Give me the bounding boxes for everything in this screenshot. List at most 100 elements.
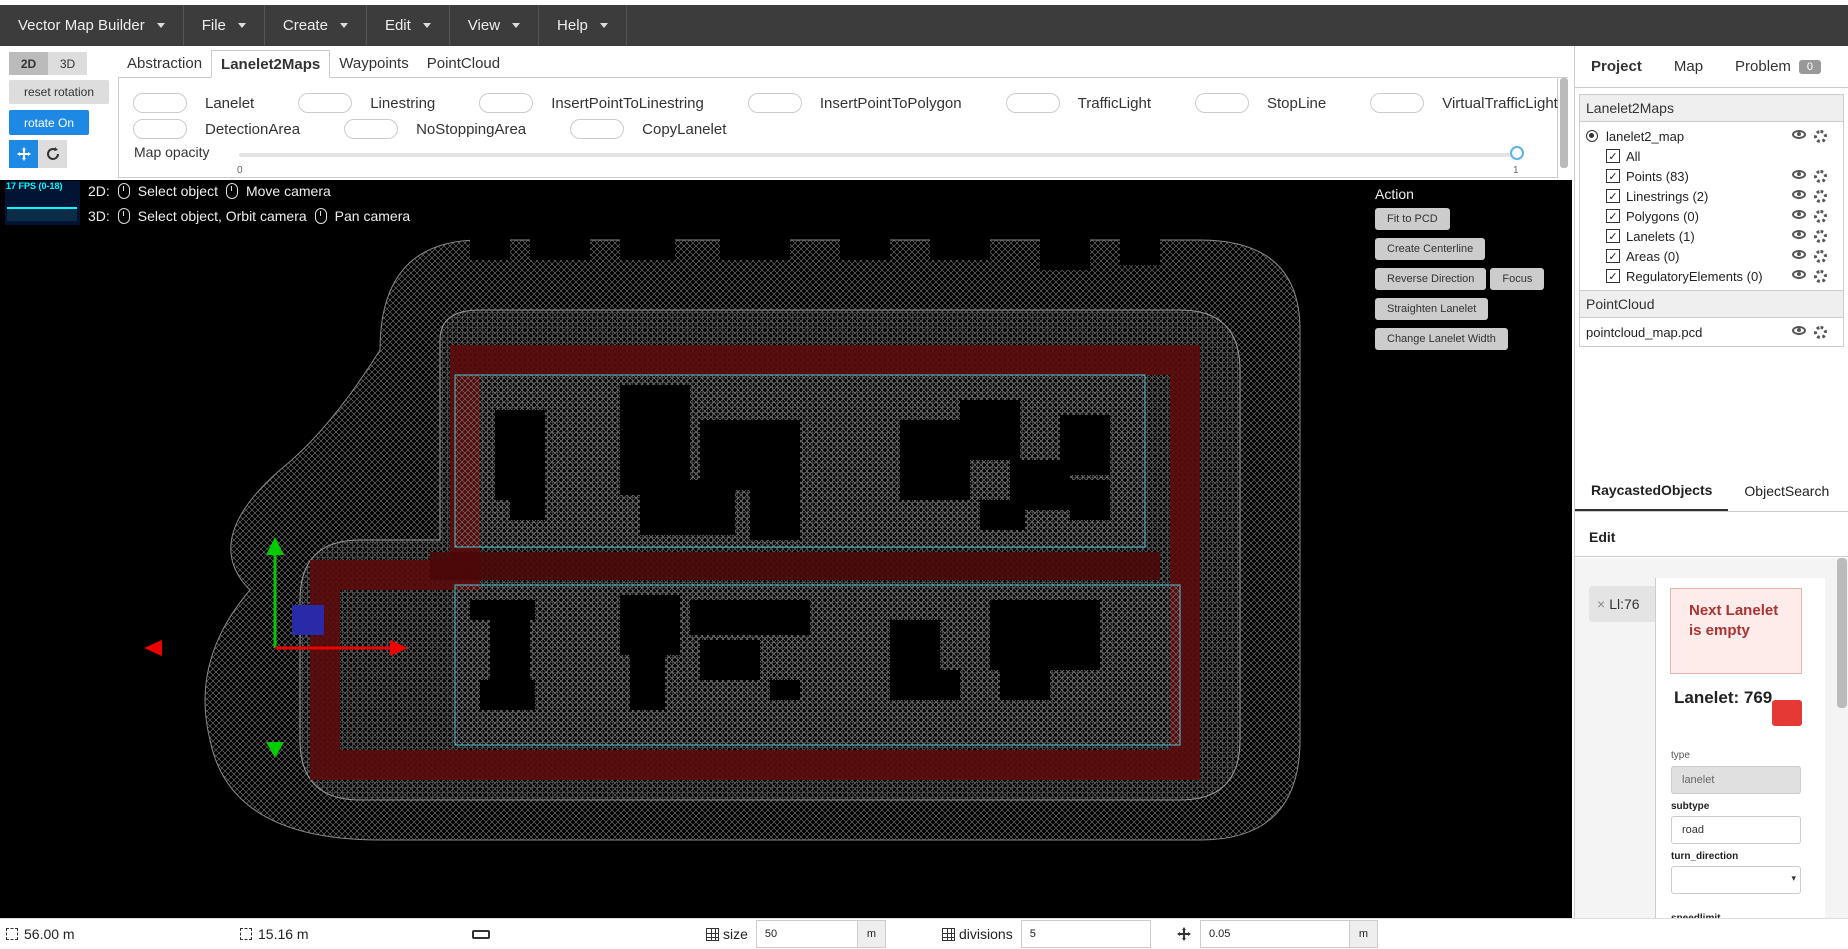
gear-icon[interactable] bbox=[1814, 189, 1827, 203]
focus-button[interactable]: Focus bbox=[1490, 268, 1545, 290]
tree-item-regulatory[interactable]: ✓ RegulatoryElements (0) bbox=[1586, 266, 1837, 286]
checkbox-icon[interactable]: ✓ bbox=[1606, 229, 1620, 243]
view-2d-button[interactable]: 2D bbox=[9, 52, 48, 75]
menu-edit[interactable]: Edit bbox=[367, 5, 450, 46]
tab-abstraction[interactable]: Abstraction bbox=[118, 50, 211, 78]
menu-help[interactable]: Help bbox=[539, 5, 627, 46]
gear-icon[interactable] bbox=[1814, 249, 1827, 263]
checkbox-icon[interactable]: ✓ bbox=[1606, 149, 1620, 163]
divisions-input[interactable]: 5 bbox=[1020, 920, 1151, 948]
pointcloud-map-render bbox=[144, 210, 1301, 841]
eye-icon[interactable] bbox=[1792, 229, 1806, 239]
map-opacity-slider[interactable] bbox=[239, 153, 1515, 157]
insert-point-polygon-toggle[interactable] bbox=[747, 93, 802, 113]
menu-create[interactable]: Create bbox=[265, 5, 367, 46]
gear-icon[interactable] bbox=[1814, 325, 1827, 339]
create-centerline-button[interactable]: Create Centerline bbox=[1375, 238, 1486, 260]
tab-waypoints[interactable]: Waypoints bbox=[330, 50, 417, 78]
grid-icon bbox=[706, 927, 719, 941]
map-radio[interactable] bbox=[1586, 130, 1598, 142]
change-lanelet-width-button[interactable]: Change Lanelet Width bbox=[1375, 328, 1508, 350]
straighten-lanelet-button[interactable]: Straighten Lanelet bbox=[1375, 298, 1489, 320]
mouse-right-icon bbox=[314, 208, 327, 224]
close-icon[interactable]: × bbox=[1597, 596, 1605, 612]
tree-item-areas[interactable]: ✓ Areas (0) bbox=[1586, 246, 1837, 266]
eye-icon[interactable] bbox=[1792, 325, 1806, 335]
turn-direction-select[interactable]: ▾ bbox=[1671, 866, 1801, 894]
delete-trash-icon[interactable] bbox=[1772, 700, 1802, 726]
move-tool-button[interactable] bbox=[9, 140, 38, 168]
reset-rotation-button[interactable]: reset rotation bbox=[9, 80, 109, 104]
tree-item-linestrings[interactable]: ✓ Linestrings (2) bbox=[1586, 186, 1837, 206]
traffic-light-toggle[interactable] bbox=[1005, 93, 1060, 113]
detection-area-toggle[interactable] bbox=[133, 119, 187, 139]
tool-panel-scrollbar[interactable] bbox=[1560, 78, 1568, 168]
rotate-tool-button[interactable] bbox=[38, 140, 67, 168]
eye-icon[interactable] bbox=[1792, 129, 1806, 139]
checkbox-icon[interactable]: ✓ bbox=[1606, 169, 1620, 183]
gear-icon[interactable] bbox=[1814, 209, 1827, 223]
edit-title: Edit bbox=[1575, 521, 1848, 557]
ruler-tool[interactable] bbox=[472, 929, 490, 939]
step-input[interactable]: 0.05 m bbox=[1200, 920, 1378, 948]
subtype-field[interactable]: road bbox=[1671, 816, 1801, 844]
ruler-icon[interactable] bbox=[472, 929, 490, 939]
no-stopping-area-label: NoStoppingArea bbox=[416, 120, 527, 138]
copy-lanelet-toggle[interactable] bbox=[570, 119, 625, 139]
gear-icon[interactable] bbox=[1814, 169, 1827, 183]
fit-to-pcd-button[interactable]: Fit to PCD bbox=[1375, 208, 1450, 230]
checkbox-icon[interactable]: ✓ bbox=[1606, 209, 1620, 223]
checkbox-icon[interactable]: ✓ bbox=[1606, 249, 1620, 263]
insert-point-linestring-toggle[interactable] bbox=[479, 93, 534, 113]
reverse-direction-button[interactable]: Reverse Direction bbox=[1375, 268, 1487, 290]
tab-object-search[interactable]: ObjectSearch bbox=[1728, 470, 1845, 511]
view-3d-button[interactable]: 3D bbox=[48, 52, 87, 75]
app-menu[interactable]: Vector Map Builder bbox=[0, 5, 184, 46]
checkbox-icon[interactable]: ✓ bbox=[1606, 269, 1620, 283]
tab-problem-label: Problem bbox=[1735, 58, 1791, 75]
eye-icon[interactable] bbox=[1792, 249, 1806, 259]
rotate-on-button[interactable]: rotate On bbox=[9, 110, 89, 135]
eye-icon[interactable] bbox=[1792, 209, 1806, 219]
app-title: Vector Map Builder bbox=[18, 17, 145, 34]
tab-project[interactable]: Project bbox=[1575, 46, 1658, 88]
gear-icon[interactable] bbox=[1814, 269, 1827, 283]
tree-item-all[interactable]: ✓ All bbox=[1586, 146, 1837, 166]
map-row[interactable]: lanelet2_map bbox=[1586, 126, 1837, 146]
menu-file[interactable]: File bbox=[184, 5, 265, 46]
grid-icon bbox=[942, 927, 955, 941]
tree-item-points[interactable]: ✓ Points (83) bbox=[1586, 166, 1837, 186]
row-icons bbox=[1792, 189, 1827, 203]
tree-item-lanelets[interactable]: ✓ Lanelets (1) bbox=[1586, 226, 1837, 246]
selected-object-chip[interactable]: × Ll:76 bbox=[1589, 586, 1659, 622]
pointcloud-file-row[interactable]: pointcloud_map.pcd bbox=[1586, 322, 1837, 342]
no-stopping-area-toggle[interactable] bbox=[344, 119, 399, 139]
edit-scrollbar[interactable] bbox=[1837, 558, 1847, 708]
tree-item-polygons[interactable]: ✓ Polygons (0) bbox=[1586, 206, 1837, 226]
stop-line-toggle[interactable] bbox=[1195, 93, 1249, 113]
chevron-down-icon: ▾ bbox=[1791, 873, 1796, 883]
eye-icon[interactable] bbox=[1792, 189, 1806, 199]
map-viewport[interactable]: 17 FPS (0-18) 2D: Select object Move camer… bbox=[0, 180, 1572, 918]
checkbox-icon[interactable]: ✓ bbox=[1606, 189, 1620, 203]
tab-raycasted-objects[interactable]: RaycastedObjects bbox=[1575, 470, 1729, 511]
tab-map[interactable]: Map bbox=[1658, 46, 1719, 88]
virtual-traffic-light-toggle[interactable] bbox=[1370, 93, 1425, 113]
tab-pointcloud[interactable]: PointCloud bbox=[418, 50, 509, 78]
linestring-toggle[interactable] bbox=[298, 93, 353, 113]
pan-left-arrow-icon bbox=[144, 640, 162, 656]
tab-lanelet2maps[interactable]: Lanelet2Maps bbox=[211, 50, 331, 78]
pointcloud-section-title: PointCloud bbox=[1580, 290, 1843, 318]
map-opacity-slider-handle[interactable] bbox=[1510, 146, 1524, 160]
eye-icon[interactable] bbox=[1792, 269, 1806, 279]
step-unit: m bbox=[1349, 921, 1377, 947]
tab-problem[interactable]: Problem 0 bbox=[1719, 46, 1837, 88]
hint-3d-prefix: 3D: bbox=[88, 208, 110, 224]
gear-icon[interactable] bbox=[1814, 129, 1827, 143]
grid-size-input[interactable]: 50 m bbox=[755, 920, 886, 948]
gear-icon[interactable] bbox=[1814, 229, 1827, 243]
action-title: Action bbox=[1375, 186, 1414, 202]
menu-view[interactable]: View bbox=[450, 5, 540, 46]
lanelet-toggle[interactable] bbox=[133, 93, 187, 113]
eye-icon[interactable] bbox=[1792, 169, 1806, 179]
